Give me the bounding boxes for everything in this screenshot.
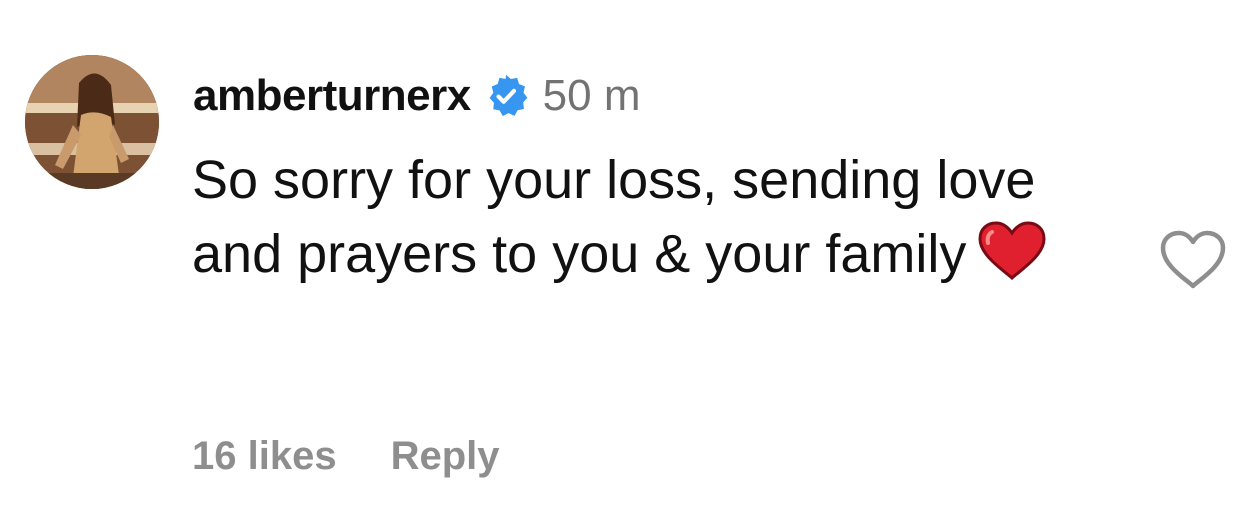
comment-body: So sorry for your loss, sending love and…: [192, 143, 1132, 291]
red-heart-emoji: [976, 220, 1048, 282]
username[interactable]: amberturnerx: [193, 71, 471, 121]
avatar[interactable]: [25, 55, 159, 189]
comment-header: amberturnerx 50 m: [193, 64, 641, 128]
comment-text: So sorry for your loss, sending love and…: [192, 150, 1036, 284]
comment-actions: 16 likes Reply: [192, 428, 500, 484]
likes-count[interactable]: 16 likes: [192, 434, 337, 479]
verified-badge-icon: [483, 73, 529, 119]
like-heart-icon[interactable]: [1158, 228, 1228, 292]
comment: amberturnerx 50 m So sorry for your loss…: [0, 0, 1248, 522]
reply-button[interactable]: Reply: [391, 434, 500, 479]
profile-photo: [25, 55, 159, 189]
timestamp: 50 m: [542, 71, 641, 120]
